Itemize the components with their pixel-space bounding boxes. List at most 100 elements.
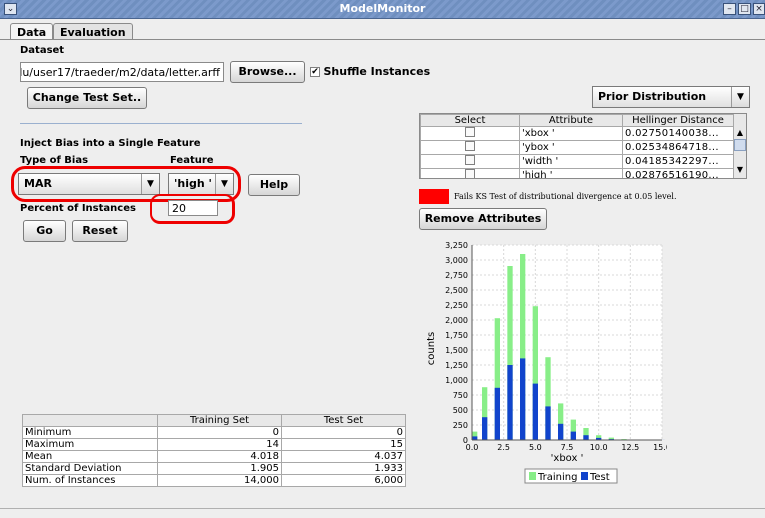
table-row[interactable]: 'ybox ' 0.02534864718... [420,140,734,155]
column-header[interactable]: Test Set [281,414,406,427]
chevron-down-icon[interactable]: ▼ [731,87,749,107]
y-tick-label: 1,750 [445,331,468,340]
select-checkbox[interactable] [465,169,475,178]
table-row[interactable]: Num. of Instances 14,000 6,000 [22,474,406,487]
column-header[interactable]: Select [420,114,520,127]
test-bar [570,431,576,440]
x-tick-label: 10.0 [590,443,608,452]
y-tick-label: 2,000 [445,316,468,325]
stat-name-cell: Standard Deviation [22,462,158,475]
scroll-thumb[interactable] [734,139,746,151]
separator [20,123,302,124]
y-axis-label: counts [426,332,437,365]
scrollbar[interactable]: ▲ ▼ [733,114,746,178]
table-row[interactable]: 'xbox ' 0.02750140038... [420,126,734,141]
table-header-row: Select Attribute Hellinger Distance [420,114,734,127]
y-tick-label: 1,250 [445,361,468,370]
hellinger-cell: 0.02534864718... [622,140,734,155]
select-cell[interactable] [420,140,520,155]
select-checkbox[interactable] [465,155,475,165]
dataset-label: Dataset [20,45,65,56]
prior-distribution-select[interactable]: Prior Distribution ▼ [592,86,750,108]
table-header-row: Training Set Test Set [22,414,406,427]
scroll-up-icon[interactable]: ▲ [734,126,746,139]
scroll-down-icon[interactable]: ▼ [734,163,746,176]
x-tick-label: 0.0 [466,443,479,452]
test-bar [545,406,551,440]
attribute-cell: 'high ' [519,168,623,178]
test-bar [472,436,478,440]
tab-evaluation[interactable]: Evaluation [53,23,133,40]
y-tick-label: 750 [453,391,468,400]
legend-swatch-test [581,472,588,480]
select-cell[interactable] [420,126,520,141]
table-row[interactable]: Mean 4.018 4.037 [22,450,406,463]
minimize-icon[interactable]: – [723,3,736,15]
table-row[interactable]: 'width ' 0.04185342297... [420,154,734,169]
type-of-bias-label: Type of Bias [20,155,89,166]
table-row[interactable]: Minimum 0 0 [22,426,406,439]
column-header[interactable]: Hellinger Distance [622,114,734,127]
x-tick-label: 12.5 [621,443,639,452]
stat-value-cell: 6,000 [281,474,406,487]
test-bar [532,383,538,440]
y-tick-label: 2,750 [445,271,468,280]
y-tick-label: 250 [453,421,468,430]
test-bar [494,387,500,440]
x-tick-label: 15.0 [653,443,667,452]
select-checkbox[interactable] [465,141,475,151]
window-title: ModelMonitor [339,2,426,15]
test-bar [558,423,564,440]
remove-attributes-button[interactable]: Remove Attributes [419,208,547,230]
shuffle-checkbox[interactable]: ✔ Shuffle Instances [310,65,430,78]
x-tick-label: 7.5 [561,443,574,452]
stat-name-cell: Num. of Instances [22,474,158,487]
close-icon[interactable]: × [753,3,765,15]
help-button[interactable]: Help [248,174,300,196]
x-tick-label: 5.0 [529,443,542,452]
go-button[interactable]: Go [23,220,66,242]
select-cell[interactable] [420,168,520,178]
y-tick-label: 2,250 [445,301,468,310]
maximize-icon[interactable]: □ [738,3,751,15]
inject-bias-label: Inject Bias into a Single Feature [20,138,201,149]
change-test-set-button[interactable]: Change Test Set.. [27,87,147,109]
title-bar[interactable]: ⌄ ModelMonitor – □ × [0,0,765,19]
stat-value-cell: 14 [157,438,282,451]
stat-value-cell: 1.905 [157,462,282,475]
column-header[interactable]: Attribute [519,114,623,127]
x-axis-label: 'xbox ' [551,453,584,464]
shuffle-label: Shuffle Instances [323,65,431,78]
y-tick-label: 500 [453,406,468,415]
highlight-annotation [150,194,235,224]
hellinger-cell: 0.02876516190... [622,168,734,178]
y-tick-label: 3,250 [445,241,468,250]
table-row[interactable]: Standard Deviation 1.905 1.933 [22,462,406,475]
tab-data[interactable]: Data [10,23,54,40]
attributes-table: Select Attribute Hellinger Distance 'xbo… [420,114,734,178]
table-row[interactable]: Maximum 14 15 [22,438,406,451]
stat-name-cell: Minimum [22,426,158,439]
dataset-path-field[interactable]: edu/user17/traeder/m2/data/letter.arff [20,62,224,82]
reset-button[interactable]: Reset [72,220,128,242]
legend-label-test: Test [589,472,610,483]
test-bar [482,417,488,440]
select-cell[interactable] [420,154,520,169]
stat-value-cell: 15 [281,438,406,451]
prior-distribution-value: Prior Distribution [598,90,707,103]
ks-legend-text: Fails KS Test of distributional divergen… [454,192,677,201]
attribute-cell: 'width ' [519,154,623,169]
hellinger-cell: 0.02750140038... [622,126,734,141]
stat-name-cell: Mean [22,450,158,463]
table-row[interactable]: 'high ' 0.02876516190... [420,168,734,178]
stat-value-cell: 4.018 [157,450,282,463]
stat-value-cell: 0 [281,426,406,439]
stat-value-cell: 14,000 [157,474,282,487]
browse-button[interactable]: Browse... [230,61,305,83]
check-icon[interactable]: ✔ [310,67,320,77]
y-tick-label: 1,500 [445,346,468,355]
column-header[interactable]: Training Set [157,414,282,427]
column-header[interactable] [22,414,158,427]
select-checkbox[interactable] [465,127,475,137]
stat-value-cell: 1.933 [281,462,406,475]
